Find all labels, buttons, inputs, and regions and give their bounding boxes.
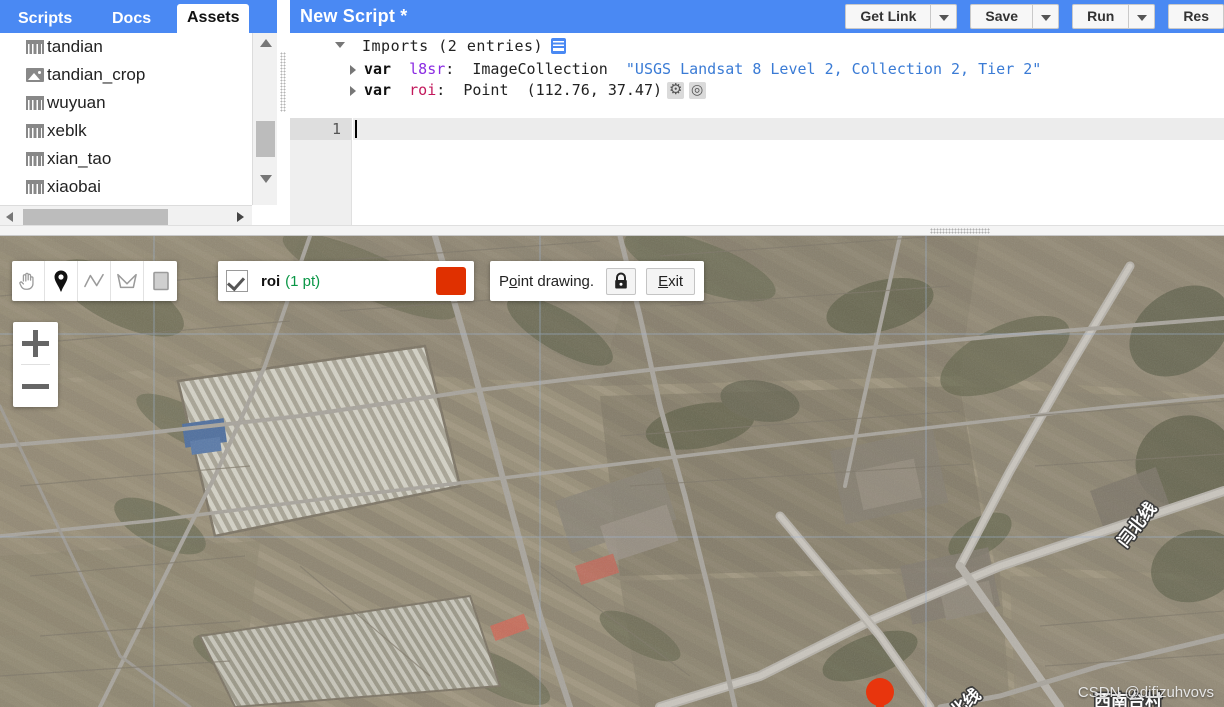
scrollbar-thumb[interactable] <box>256 121 275 157</box>
text-caret <box>355 120 357 138</box>
import-type: Point <box>463 81 509 99</box>
list-item[interactable]: xian_tao <box>0 145 252 173</box>
editor-toolbar: Get Link Save Run Res <box>832 4 1224 29</box>
asset-label: wuyuan <box>47 93 106 112</box>
zoom-out-button[interactable] <box>13 365 58 407</box>
marker-tool-icon[interactable] <box>45 261 78 301</box>
table-icon <box>26 124 44 138</box>
pan-hand-tool-icon[interactable] <box>12 261 45 301</box>
layer-visibility-checkbox[interactable] <box>226 270 248 292</box>
rectangle-tool-icon[interactable] <box>144 261 177 301</box>
import-entry[interactable]: var l8sr: ImageCollection "USGS Landsat … <box>290 59 1224 80</box>
exit-button[interactable]: Exit <box>646 267 696 295</box>
table-icon <box>26 96 44 110</box>
top-region: Scripts Docs Assets tandian tandian_crop… <box>0 0 1224 232</box>
asset-label: xeblk <box>47 121 87 140</box>
save-caret-icon[interactable] <box>1033 4 1060 29</box>
tab-docs[interactable]: Docs <box>102 5 161 33</box>
import-keyword: var <box>364 81 392 99</box>
image-icon <box>26 68 44 82</box>
import-type: ImageCollection <box>472 60 608 78</box>
lock-button[interactable] <box>606 267 637 295</box>
run-button[interactable]: Run <box>1072 4 1130 29</box>
drawing-status-bar: Point drawing. Exit <box>490 261 705 301</box>
run-group: Run <box>1072 4 1156 29</box>
reset-button[interactable]: Res <box>1168 4 1224 29</box>
expand-arrow-icon[interactable] <box>350 86 356 96</box>
get-link-group: Get Link <box>845 4 958 29</box>
import-keyword: var <box>364 60 392 78</box>
editor-header: New Script * Get Link Save Run Res <box>290 0 1224 33</box>
import-separator: : <box>436 81 446 99</box>
zoom-controls <box>13 322 58 407</box>
vertical-splitter[interactable] <box>277 0 290 232</box>
script-editor-panel: New Script * Get Link Save Run Res Impor… <box>290 0 1224 232</box>
gear-icon[interactable] <box>667 79 685 100</box>
scroll-down-arrow-icon[interactable] <box>253 169 277 189</box>
list-item[interactable]: xeblk <box>0 117 252 145</box>
list-item[interactable]: xiaobai <box>0 173 252 201</box>
reset-group: Res <box>1168 4 1224 29</box>
imports-collapse-toggle-icon[interactable] <box>335 42 345 48</box>
geometry-layer-row[interactable]: roi (1 pt) <box>218 261 474 301</box>
get-link-caret-icon[interactable] <box>931 4 958 29</box>
get-link-button[interactable]: Get Link <box>845 4 932 29</box>
map-view[interactable]: 闫北线 西南台村 闫北线 沙子地村 闫北线 东南台村 CSDN @difizuh… <box>0 236 1224 707</box>
import-entry[interactable]: var roi: Point (112.76, 37.47) <box>290 79 1224 101</box>
code-area[interactable]: 1 <box>290 118 1224 232</box>
imports-document-icon[interactable] <box>551 38 567 54</box>
list-item[interactable]: tandian <box>0 33 252 61</box>
panel-tabbar: Scripts Docs Assets <box>0 0 277 33</box>
drawing-status-text: Point drawing. <box>499 272 595 290</box>
drawing-tools-toolbar <box>12 261 177 301</box>
polygon-tool-icon[interactable] <box>111 261 144 301</box>
import-value: "USGS Landsat 8 Level 2, Collection 2, T… <box>625 60 1042 78</box>
layer-color-swatch[interactable] <box>436 267 466 295</box>
line-number-gutter: 1 <box>290 118 352 232</box>
asset-label: xiaobai <box>47 177 101 196</box>
table-icon <box>26 40 44 54</box>
table-icon <box>26 180 44 194</box>
code-line-active[interactable] <box>353 118 1224 140</box>
asset-label: tandian_crop <box>47 65 146 84</box>
lock-icon <box>615 272 627 289</box>
tab-scripts[interactable]: Scripts <box>8 5 82 33</box>
scroll-up-arrow-icon[interactable] <box>253 33 277 53</box>
save-group: Save <box>970 4 1060 29</box>
splitter-grip-icon <box>930 228 990 234</box>
table-icon <box>26 152 44 166</box>
polyline-tool-icon[interactable] <box>78 261 111 301</box>
splitter-grip-icon <box>280 52 286 112</box>
line-number: 1 <box>290 118 351 140</box>
asset-label: tandian <box>47 37 103 56</box>
scrollbar-thumb[interactable] <box>23 209 168 225</box>
tab-assets[interactable]: Assets <box>177 4 250 33</box>
import-var-name: roi <box>409 81 437 99</box>
list-item[interactable]: wuyuan <box>0 89 252 117</box>
layer-name: roi <box>261 272 281 290</box>
import-var-name: l8sr <box>409 60 446 78</box>
target-icon[interactable] <box>689 80 707 101</box>
asset-list: tandian tandian_crop wuyuan xeblk xian_t… <box>0 33 252 205</box>
map-marker-pin-icon[interactable] <box>866 678 894 707</box>
layer-point-count: (1 pt) <box>285 272 321 290</box>
imports-label: Imports (2 entries) <box>362 37 544 55</box>
asset-horizontal-scrollbar[interactable] <box>0 205 252 227</box>
satellite-imagery <box>0 236 1224 707</box>
expand-arrow-icon[interactable] <box>350 65 356 75</box>
earth-engine-code-editor: Scripts Docs Assets tandian tandian_crop… <box>0 0 1224 707</box>
import-separator: : <box>445 60 455 78</box>
imports-bar: Imports (2 entries) <box>290 33 1224 59</box>
asset-label: xian_tao <box>47 149 112 168</box>
zoom-in-button[interactable] <box>13 322 58 364</box>
list-item[interactable]: tandian_crop <box>0 61 252 89</box>
run-caret-icon[interactable] <box>1129 4 1156 29</box>
left-panel: Scripts Docs Assets tandian tandian_crop… <box>0 0 277 232</box>
save-button[interactable]: Save <box>970 4 1034 29</box>
page-title: New Script * <box>300 6 408 26</box>
asset-vertical-scrollbar[interactable] <box>252 33 277 205</box>
horizontal-splitter[interactable] <box>0 225 1224 236</box>
import-value: (112.76, 37.47) <box>526 81 663 99</box>
